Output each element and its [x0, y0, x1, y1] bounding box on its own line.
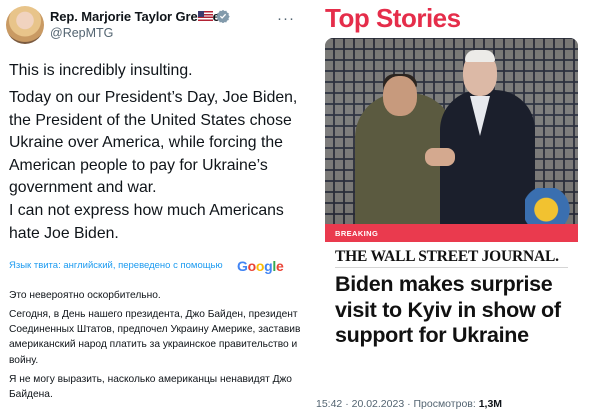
google-logo-letter: G [237, 258, 248, 274]
display-name[interactable]: Rep. Marjorie Taylor Greene [50, 9, 220, 24]
tweet-text-line: This is incredibly insulting. [9, 62, 193, 79]
google-logo: Google [237, 258, 284, 274]
translated-text-paragraph: Сегодня, в День нашего президента, Джо Б… [9, 309, 301, 366]
news-photo [325, 38, 578, 224]
translation-notice[interactable]: Язык твита: английский, переведено с пом… [9, 260, 223, 271]
user-handle[interactable]: @RepMTG [50, 26, 113, 40]
top-stories-title: Top Stories [325, 3, 461, 33]
breaking-badge: BREAKING [335, 229, 379, 238]
timestamp[interactable]: 15:42 · 20.02.2023 · Просмотров: [316, 398, 476, 410]
translated-text-paragraph: Я не могу выразить, насколько американцы… [9, 374, 292, 401]
google-logo-letter: o [247, 258, 257, 274]
person-left-head [383, 76, 417, 116]
translated-text-line: Это невероятно оскорбительно. [9, 290, 161, 301]
us-flag-icon [198, 11, 213, 21]
verified-badge-icon [216, 9, 230, 23]
news-card[interactable]: BREAKING THE WALL STREET JOURNAL. Biden … [325, 38, 578, 380]
flowers [525, 188, 578, 224]
tweet-meta: 15:42 · 20.02.2023 · Просмотров: 1,3M [316, 398, 502, 410]
tweet-text-paragraph: I can not express how much Americans hat… [9, 202, 284, 242]
publisher-name: THE WALL STREET JOURNAL. [335, 248, 559, 265]
google-logo-letter: o [255, 258, 265, 274]
more-icon[interactable]: ··· [277, 10, 295, 27]
avatar[interactable] [6, 6, 44, 44]
view-count: 1,3M [478, 398, 503, 410]
divider [335, 267, 568, 268]
news-headline[interactable]: Biden makes surprise visit to Kyiv in sh… [335, 272, 575, 349]
hand [425, 148, 455, 166]
google-logo-letter: e [275, 258, 284, 274]
person-right-hair [465, 50, 495, 62]
tweet-text-paragraph: Today on our President’s Day, Joe Biden,… [9, 89, 298, 196]
